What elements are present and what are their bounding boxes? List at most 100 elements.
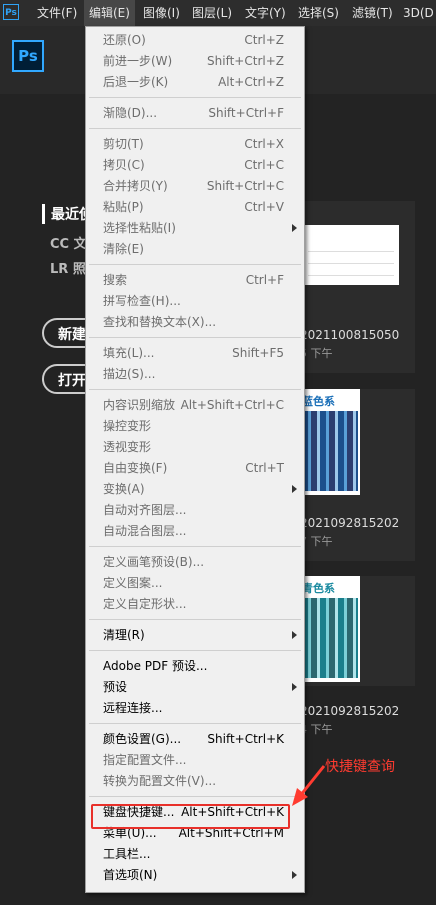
menu-item: 描边(S)... bbox=[86, 364, 304, 385]
menu-3d[interactable]: 3D(D bbox=[398, 0, 436, 26]
file-thumbnail: 青色系 bbox=[290, 576, 415, 682]
photoshop-icon[interactable]: Ps bbox=[3, 4, 19, 20]
menu-filter[interactable]: 滤镜(T) bbox=[347, 0, 398, 26]
menu-item-label: 拷贝(C) bbox=[103, 158, 145, 172]
menu-item-label: 转换为配置文件(V)... bbox=[103, 774, 217, 788]
menu-item[interactable]: 清理(R) bbox=[86, 625, 304, 646]
file-name: 2021100815050 bbox=[300, 328, 400, 342]
menu-item[interactable]: 首选项(N) bbox=[86, 865, 304, 886]
menu-separator bbox=[89, 389, 301, 390]
menu-item-label: 后退一步(K) bbox=[103, 75, 169, 89]
sidebar-item-lr-photos[interactable]: LR 照 bbox=[50, 258, 86, 277]
menu-item-label: 定义自定形状... bbox=[103, 597, 187, 611]
menu-item: 变换(A) bbox=[86, 479, 304, 500]
menu-item-label: 剪切(T) bbox=[103, 137, 144, 151]
menu-item: 剪切(T) Ctrl+X bbox=[86, 134, 304, 155]
menu-item: 填充(L)... Shift+F5 bbox=[86, 343, 304, 364]
menu-item-label: 透视变形 bbox=[103, 440, 152, 454]
menu-item: 透视变形 bbox=[86, 437, 304, 458]
menu-item-shortcut: Ctrl+X bbox=[244, 137, 284, 151]
menu-item-shortcut: Ctrl+T bbox=[245, 461, 284, 475]
menu-item-shortcut: Ctrl+Z bbox=[244, 33, 284, 47]
menu-item-label: 清理(R) bbox=[103, 628, 145, 642]
submenu-arrow-icon bbox=[292, 683, 297, 691]
menu-file[interactable]: 文件(F) bbox=[32, 0, 82, 26]
sidebar-item-cc-files[interactable]: CC 文 bbox=[50, 233, 87, 252]
menu-item-shortcut: Shift+Ctrl+F bbox=[208, 106, 284, 120]
menu-item: 拼写检查(H)... bbox=[86, 291, 304, 312]
menu-item-label: 定义图案... bbox=[103, 576, 163, 590]
menu-item[interactable]: Adobe PDF 预设... bbox=[86, 656, 304, 677]
menu-item: 还原(O) Ctrl+Z bbox=[86, 30, 304, 51]
menu-item-label: 预设 bbox=[103, 680, 128, 694]
menu-item[interactable]: 颜色设置(G)... Shift+Ctrl+K bbox=[86, 729, 304, 750]
menu-item-label: 内容识别缩放 bbox=[103, 398, 176, 412]
menu-item-label: 搜索 bbox=[103, 273, 128, 287]
menu-item: 搜索 Ctrl+F bbox=[86, 270, 304, 291]
menu-separator bbox=[89, 619, 301, 620]
menu-item-shortcut: Ctrl+C bbox=[244, 158, 284, 172]
menu-item-shortcut: Alt+Shift+Ctrl+C bbox=[180, 398, 284, 412]
menu-item-label: 首选项(N) bbox=[103, 868, 158, 882]
menu-separator bbox=[89, 337, 301, 338]
annotation-arrow-icon bbox=[292, 765, 326, 806]
menu-item[interactable]: 工具栏... bbox=[86, 844, 304, 865]
menu-item-label: 工具栏... bbox=[103, 847, 151, 861]
menu-item: 操控变形 bbox=[86, 416, 304, 437]
menu-item: 内容识别缩放 Alt+Shift+Ctrl+C bbox=[86, 395, 304, 416]
menu-item-label: 描边(S)... bbox=[103, 367, 156, 381]
menu-item-label: 渐隐(D)... bbox=[103, 106, 158, 120]
menu-item-label: 拼写检查(H)... bbox=[103, 294, 181, 308]
menu-item: 后退一步(K) Alt+Ctrl+Z bbox=[86, 72, 304, 93]
menu-item-label: 查找和替换文本(X)... bbox=[103, 315, 217, 329]
menu-separator bbox=[89, 128, 301, 129]
menu-image[interactable]: 图像(I) bbox=[138, 0, 185, 26]
menu-item: 定义图案... bbox=[86, 573, 304, 594]
menu-separator bbox=[89, 796, 301, 797]
menu-item: 自由变换(F) Ctrl+T bbox=[86, 458, 304, 479]
menu-item: 查找和替换文本(X)... bbox=[86, 312, 304, 333]
file-thumbnail: 蓝色系 bbox=[290, 389, 415, 495]
photoshop-logo-icon: Ps bbox=[12, 40, 44, 72]
highlight-box bbox=[91, 804, 290, 829]
file-name: 2021092815202 bbox=[300, 704, 400, 718]
menu-type[interactable]: 文字(Y) bbox=[240, 0, 291, 26]
menu-separator bbox=[89, 97, 301, 98]
menu-item: 指定配置文件... bbox=[86, 750, 304, 771]
file-name: 2021092815202 bbox=[300, 516, 400, 530]
menu-item: 渐隐(D)... Shift+Ctrl+F bbox=[86, 103, 304, 124]
menu-item-shortcut: Shift+Ctrl+Z bbox=[207, 54, 284, 68]
menu-select[interactable]: 选择(S) bbox=[293, 0, 344, 26]
menu-item-label: 指定配置文件... bbox=[103, 753, 187, 767]
menu-item: 合并拷贝(Y) Shift+Ctrl+C bbox=[86, 176, 304, 197]
submenu-arrow-icon bbox=[292, 224, 297, 232]
menu-item-label: 选择性粘贴(I) bbox=[103, 221, 176, 235]
menu-item-label: 还原(O) bbox=[103, 33, 146, 47]
thumbnail-title: 蓝色系 bbox=[302, 395, 335, 408]
menu-item[interactable]: 预设 bbox=[86, 677, 304, 698]
menu-item-shortcut: Ctrl+F bbox=[245, 273, 284, 287]
recent-file-card[interactable]: 青色系 bbox=[290, 576, 415, 686]
submenu-arrow-icon bbox=[292, 871, 297, 879]
menu-separator bbox=[89, 264, 301, 265]
menu-item: 自动对齐图层... bbox=[86, 500, 304, 521]
menu-item: 清除(E) bbox=[86, 239, 304, 260]
menu-item-label: 自动对齐图层... bbox=[103, 503, 187, 517]
menu-item: 选择性粘贴(I) bbox=[86, 218, 304, 239]
submenu-arrow-icon bbox=[292, 631, 297, 639]
menu-item-shortcut: Alt+Ctrl+Z bbox=[218, 75, 284, 89]
annotation-label: 快捷键查询 bbox=[325, 759, 395, 775]
menu-item-label: 操控变形 bbox=[103, 419, 152, 433]
menu-item-label: 颜色设置(G)... bbox=[103, 732, 182, 746]
menu-item: 转换为配置文件(V)... bbox=[86, 771, 304, 792]
menu-edit[interactable]: 编辑(E) bbox=[84, 0, 135, 26]
menu-layer[interactable]: 图层(L) bbox=[187, 0, 237, 26]
menu-item-label: 清除(E) bbox=[103, 242, 144, 256]
menu-bar: Ps 文件(F) 编辑(E) 图像(I) 图层(L) 文字(Y) 选择(S) 滤镜(T) 3D… bbox=[0, 0, 436, 26]
menu-separator bbox=[89, 650, 301, 651]
menu-item[interactable]: 远程连接... bbox=[86, 698, 304, 719]
edit-menu-dropdown: 还原(O) Ctrl+Z 前进一步(W) Shift+Ctrl+Z 后退一步(K) Alt… bbox=[85, 26, 305, 893]
menu-item-label: 粘贴(P) bbox=[103, 200, 144, 214]
menu-item: 自动混合图层... bbox=[86, 521, 304, 542]
menu-item-label: 变换(A) bbox=[103, 482, 145, 496]
